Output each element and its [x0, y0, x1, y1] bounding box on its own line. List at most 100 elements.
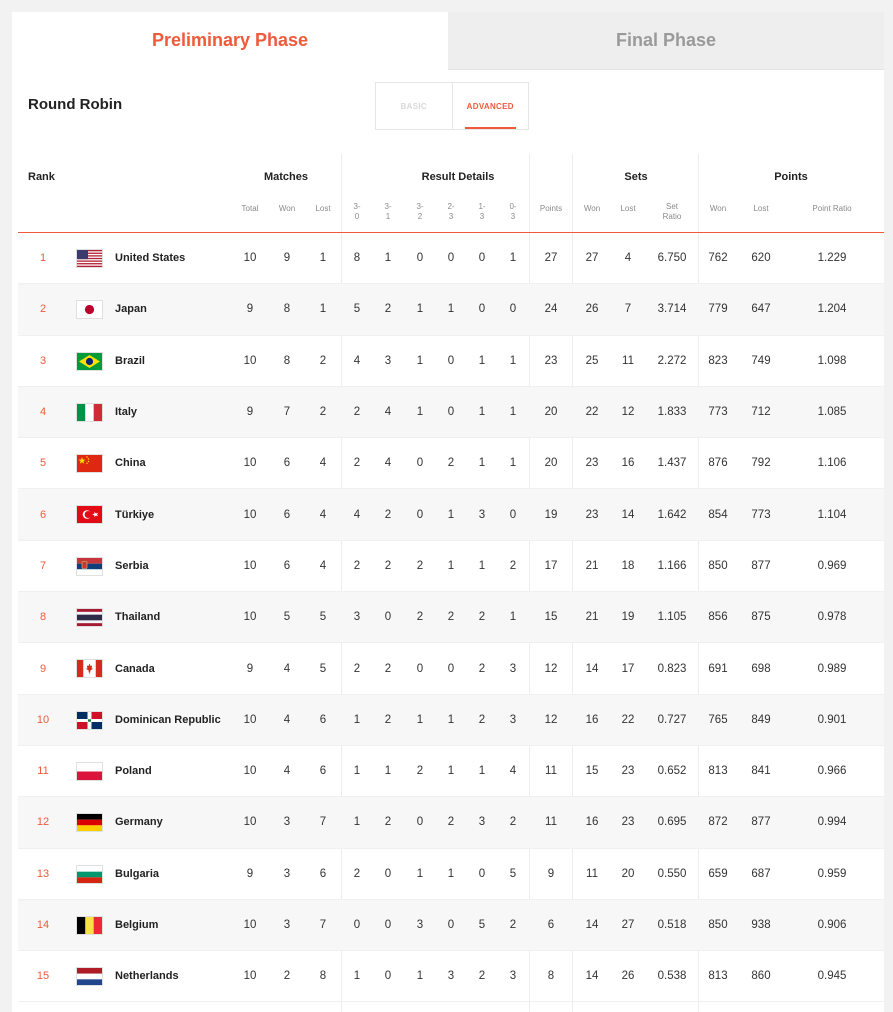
table-row[interactable]: 12 Germany 10 3 7 1 2 0 2 3 2 11 16 23 0.695 872 877 0.99…	[18, 797, 884, 849]
table-row[interactable]: 6 Türkiye 10 6 4 4 2 0 1 3 0 19 23 14 1.642 854 773 1.104	[18, 489, 884, 541]
result-2-3: 2	[447, 816, 455, 829]
sets-won: 23	[585, 508, 599, 521]
sets-lost: 26	[621, 970, 635, 983]
subheader-lost: Lost	[315, 204, 331, 213]
table-row[interactable]: 10 Dominican Republic 10 4 6 1 2 1 1 2 3 12 16 22 0.72…	[18, 694, 884, 746]
points-cell: 24	[544, 303, 558, 316]
matches-won: 5	[283, 611, 291, 624]
points-cell: 17	[544, 559, 558, 572]
team-name-link[interactable]: Türkiye	[115, 489, 154, 539]
sets-won: 26	[585, 303, 599, 316]
header-matches: Matches	[263, 171, 309, 183]
result-0-3: 3	[509, 713, 517, 726]
sets-lost: 12	[621, 406, 635, 419]
team-name-link[interactable]: China	[115, 438, 146, 488]
team-name-link[interactable]: Thailand	[115, 592, 160, 642]
team-name-link[interactable]: United States	[115, 233, 185, 283]
team-name-link[interactable]: Netherlands	[115, 951, 179, 1001]
result-3-1: 0	[384, 970, 392, 983]
sets-lost: 18	[621, 559, 635, 572]
points-lost: 749	[751, 354, 771, 367]
points-cell: 8	[547, 970, 555, 983]
flag-bg-icon	[77, 865, 102, 883]
table-row[interactable]: 15 Netherlands 10 2 8 1 0 1 3 2 3 8 14 26 0.538 813 860 0…	[18, 951, 884, 1003]
rank-cell: 11	[37, 765, 49, 778]
team-name-link[interactable]: Japan	[115, 284, 147, 334]
result-3-1: 2	[384, 559, 392, 572]
points-lost: 875	[751, 611, 771, 624]
matches-total: 9	[246, 867, 254, 880]
matches-total: 10	[243, 765, 257, 778]
rank-cell: 13	[36, 867, 50, 880]
subheader-2-3: 2- 3	[447, 202, 455, 221]
set-ratio: 1.833	[657, 406, 687, 419]
tab-final-phase[interactable]: Final Phase	[448, 12, 884, 70]
tab-preliminary-phase[interactable]: Preliminary Phase	[12, 12, 448, 69]
matches-won: 7	[283, 406, 291, 419]
points-won: 876	[708, 457, 728, 470]
points-lost: 877	[751, 559, 771, 572]
sets-won: 11	[586, 867, 598, 880]
result-1-3: 1	[478, 354, 486, 367]
points-lost: 877	[751, 816, 771, 829]
advanced-view-button[interactable]: ADVANCED	[453, 83, 529, 129]
rank-cell: 15	[36, 970, 50, 983]
phase-tabs: Preliminary Phase Final Phase	[12, 12, 884, 70]
result-2-3: 1	[447, 867, 455, 880]
result-2-3: 1	[447, 765, 455, 778]
result-0-3: 1	[509, 406, 517, 419]
subheader-3-1: 3- 1	[384, 202, 392, 221]
table-row[interactable]: 1 United States 10 9 1 8 1 0 0 0 1 27 27 4 6.750 762 620…	[18, 233, 884, 285]
result-2-3: 1	[447, 713, 455, 726]
rank-cell: 6	[39, 508, 47, 521]
team-name-link[interactable]: Brazil	[115, 336, 145, 386]
points-lost: 698	[751, 662, 771, 675]
matches-won: 3	[283, 919, 291, 931]
set-ratio: 1.105	[657, 611, 687, 624]
rank-cell: 2	[39, 303, 47, 316]
matches-total: 10	[243, 970, 257, 983]
sets-won: 21	[585, 611, 599, 624]
point-ratio: 1.098	[817, 354, 847, 367]
result-2-3: 1	[447, 559, 455, 572]
result-3-0: 1	[353, 970, 361, 983]
result-0-3: 2	[509, 816, 517, 829]
points-cell: 12	[544, 662, 558, 675]
table-row[interactable]: 4 Italy 9 7 2 2 4 1 0 1 1 20 22 12 1.833 773 712 1.085	[18, 386, 884, 439]
team-name-link[interactable]: Italy	[115, 387, 137, 437]
result-0-3: 1	[509, 354, 517, 367]
points-won: 691	[708, 662, 728, 675]
table-row[interactable]: 11 Poland 10 4 6 1 1 2 1 1 4 11 15 23 0.652 813 841 0.966	[18, 746, 884, 798]
table-row[interactable]: 7 Serbia 10 6 4 2 2 2 1 1 2 17 21 18 1.166 850 877 0.969	[18, 541, 884, 593]
result-0-3: 2	[509, 559, 517, 572]
result-3-2: 1	[416, 867, 424, 880]
result-3-1: 1	[384, 765, 392, 778]
table-row[interactable]: 2 Japan 9 8 1 5 2 1 1 0 0 24 26 7 3.714 779 647 1.204	[18, 284, 884, 336]
table-row[interactable]: 13 Bulgaria 9 3 6 2 0 1 1 0 5 9 11 20 0.550 659 687 0.959	[18, 849, 884, 900]
standings-table: 1 United States 10 9 1 8 1 0 0 0 1 27 27 4 6.750 762 620…	[18, 233, 884, 1003]
team-name-link[interactable]: Germany	[115, 797, 163, 847]
table-row[interactable]: 14 Belgium 10 3 7 0 0 3 0 5 2 6 14 27 0.518 850 938 0.906	[18, 899, 884, 952]
team-name-link[interactable]: Serbia	[115, 541, 149, 591]
table-row[interactable]: 5 China 10 6 4 2 4 0 2 1 1 20 23 16 1.437 876 792 1.106	[18, 438, 884, 490]
team-name-link[interactable]: Belgium	[115, 900, 158, 950]
matches-total: 10	[243, 816, 257, 829]
basic-view-button[interactable]: BASIC	[376, 83, 453, 129]
points-cell: 11	[545, 816, 557, 829]
team-name-link[interactable]: Bulgaria	[115, 849, 159, 899]
result-3-1: 3	[384, 354, 392, 367]
table-row[interactable]: 8 Thailand 10 5 5 3 0 2 2 2 1 15 21 19 1.105 856 875 0.97…	[18, 592, 884, 644]
sets-lost: 20	[621, 867, 635, 880]
result-3-0: 1	[353, 713, 361, 726]
set-ratio: 3.714	[657, 303, 687, 316]
team-name-link[interactable]: Poland	[115, 746, 152, 796]
sets-lost: 23	[621, 816, 635, 829]
table-row[interactable]: 3 Brazil 10 8 2 4 3 1 0 1 1 23 25 11 2.272 823 749 1.098	[18, 336, 884, 387]
points-cell: 20	[544, 457, 558, 470]
team-name-link[interactable]: Canada	[115, 643, 155, 693]
subheader-point-ratio: Point Ratio	[812, 204, 852, 213]
table-row[interactable]: 9 Canada 9 4 5 2 2 0 0 2 3 12 14 17 0.823 691 698 0.989	[18, 643, 884, 695]
matches-won: 9	[283, 252, 291, 265]
team-name-link[interactable]: Dominican Republic	[115, 695, 221, 745]
points-lost: 687	[751, 867, 771, 880]
